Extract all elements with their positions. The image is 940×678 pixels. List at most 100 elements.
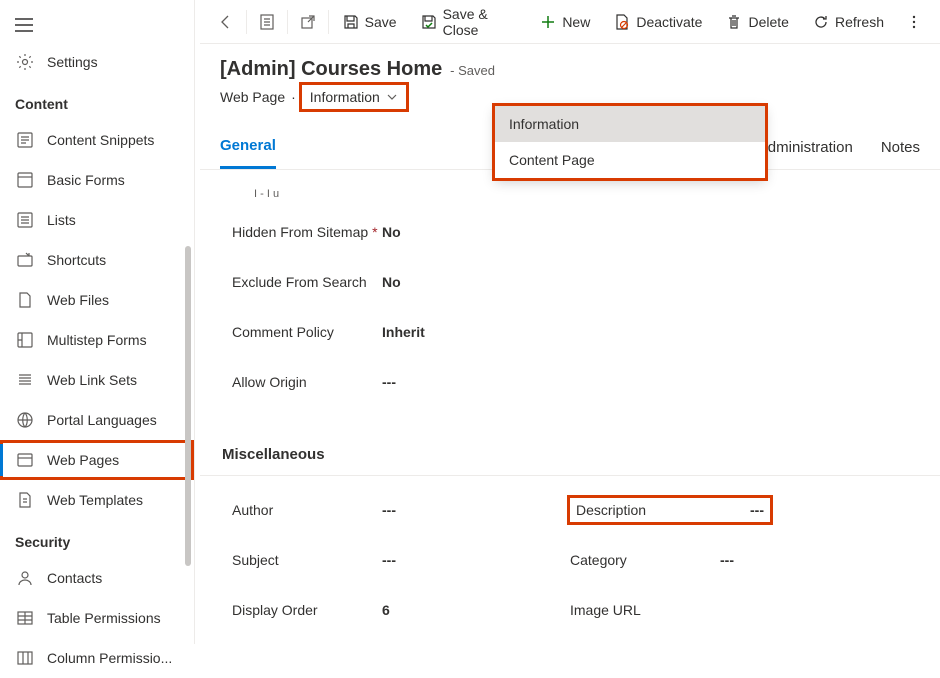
- field-value: No: [382, 224, 401, 240]
- column-perm-icon: [15, 648, 35, 668]
- toolbar: Save Save & Close New Deactivate Delete …: [200, 0, 940, 44]
- dropdown-item-information[interactable]: Information: [495, 106, 765, 142]
- plus-icon: [540, 14, 556, 30]
- save-icon: [343, 14, 359, 30]
- sidebar: Settings Content Content Snippets Basic …: [0, 0, 195, 644]
- popout-button[interactable]: [290, 0, 326, 44]
- field-value: Inherit: [382, 324, 425, 340]
- sidebar-item-web-pages[interactable]: Web Pages: [0, 440, 194, 480]
- sidebar-label: Content Snippets: [47, 132, 154, 148]
- table-perm-icon: [15, 608, 35, 628]
- field-image-url[interactable]: Image URL: [570, 590, 908, 630]
- delete-icon: [726, 14, 742, 30]
- sidebar-label: Lists: [47, 212, 76, 228]
- hamburger-icon: [15, 18, 33, 32]
- sidebar-item-multistep-forms[interactable]: Multistep Forms: [0, 320, 194, 360]
- field-label: Category: [570, 552, 720, 568]
- refresh-icon: [813, 14, 829, 30]
- new-button[interactable]: New: [528, 0, 602, 44]
- tab-administration[interactable]: Administration: [758, 131, 853, 168]
- field-author[interactable]: Author ---: [232, 490, 570, 530]
- sidebar-section-security: Security: [0, 520, 194, 558]
- tab-general[interactable]: General: [220, 129, 276, 169]
- sidebar-label: Contacts: [47, 570, 102, 586]
- file-icon: [15, 290, 35, 310]
- main-pane: Save Save & Close New Deactivate Delete …: [200, 0, 940, 644]
- popout-icon: [300, 14, 316, 30]
- field-exclude-search[interactable]: Exclude From Search No: [232, 262, 908, 302]
- hamburger-menu[interactable]: [0, 8, 194, 42]
- divider: [287, 10, 288, 34]
- sidebar-label: Settings: [47, 54, 98, 70]
- sidebar-label: Web Templates: [47, 492, 143, 508]
- sidebar-label: Multistep Forms: [47, 332, 147, 348]
- webpage-icon: [15, 450, 35, 470]
- sidebar-item-lists[interactable]: Lists: [0, 200, 194, 240]
- field-allow-origin[interactable]: Allow Origin ---: [232, 362, 908, 402]
- sidebar-scrollbar[interactable]: [185, 246, 191, 566]
- field-subject[interactable]: Subject ---: [232, 540, 570, 580]
- field-comment-policy[interactable]: Comment Policy Inherit: [232, 312, 908, 352]
- save-close-icon: [421, 14, 437, 30]
- sidebar-label: Table Permissions: [47, 610, 161, 626]
- sidebar-item-shortcuts[interactable]: Shortcuts: [0, 240, 194, 280]
- list-icon: [15, 210, 35, 230]
- sidebar-item-table-permissions[interactable]: Table Permissions: [0, 598, 194, 638]
- form-selector-label: Information: [310, 89, 380, 105]
- sidebar-item-column-permissions[interactable]: Column Permissio...: [0, 638, 194, 678]
- field-label: Subject: [232, 552, 382, 568]
- contact-icon: [15, 568, 35, 588]
- button-label: New: [562, 14, 590, 30]
- form-selector[interactable]: Information: [302, 85, 406, 109]
- sidebar-item-basic-forms[interactable]: Basic Forms: [0, 160, 194, 200]
- sidebar-label: Portal Languages: [47, 412, 157, 428]
- dropdown-item-content-page[interactable]: Content Page: [495, 142, 765, 178]
- form-selector-menu: Information Content Page: [495, 106, 765, 178]
- field-label: Description: [576, 502, 646, 518]
- deactivate-button[interactable]: Deactivate: [602, 0, 714, 44]
- separator: ·: [291, 89, 296, 105]
- button-label: Save: [365, 14, 397, 30]
- deactivate-icon: [614, 14, 630, 30]
- field-label: Comment Policy: [232, 324, 382, 340]
- form-body: I - I u Hidden From Sitemap* No Exclude …: [200, 170, 940, 430]
- button-label: Deactivate: [636, 14, 702, 30]
- sidebar-item-settings[interactable]: Settings: [0, 42, 194, 82]
- field-value: No: [382, 274, 401, 290]
- sidebar-section-content: Content: [0, 82, 194, 120]
- chevron-down-icon: [386, 91, 398, 103]
- field-label: Allow Origin: [232, 374, 382, 390]
- field-display-order[interactable]: Display Order 6: [232, 590, 570, 630]
- field-label: Author: [232, 502, 382, 518]
- overflow-button[interactable]: [896, 0, 932, 44]
- delete-button[interactable]: Delete: [714, 0, 800, 44]
- save-button[interactable]: Save: [331, 0, 409, 44]
- multistep-icon: [15, 330, 35, 350]
- field-description[interactable]: Description ---: [570, 490, 908, 530]
- linkset-icon: [15, 370, 35, 390]
- sidebar-label: Basic Forms: [47, 172, 125, 188]
- record-header: [Admin] Courses Home - Saved Web Page · …: [200, 44, 940, 113]
- save-close-button[interactable]: Save & Close: [409, 0, 529, 44]
- sidebar-item-web-templates[interactable]: Web Templates: [0, 480, 194, 520]
- refresh-button[interactable]: Refresh: [801, 0, 896, 44]
- section-miscellaneous: Miscellaneous: [200, 430, 940, 476]
- language-icon: [15, 410, 35, 430]
- field-value: ---: [382, 552, 396, 568]
- sidebar-item-contacts[interactable]: Contacts: [0, 558, 194, 598]
- entity-name: Web Page: [220, 89, 285, 105]
- sidebar-item-content-snippets[interactable]: Content Snippets: [0, 120, 194, 160]
- record-list-button[interactable]: [249, 0, 285, 44]
- sidebar-label: Shortcuts: [47, 252, 106, 268]
- sidebar-item-web-files[interactable]: Web Files: [0, 280, 194, 320]
- form-icon: [15, 170, 35, 190]
- divider: [328, 10, 329, 34]
- sidebar-item-portal-languages[interactable]: Portal Languages: [0, 400, 194, 440]
- field-hidden-sitemap[interactable]: Hidden From Sitemap* No: [232, 212, 908, 252]
- tab-notes[interactable]: Notes: [881, 131, 920, 168]
- field-category[interactable]: Category ---: [570, 540, 908, 580]
- back-button[interactable]: [208, 0, 244, 44]
- field-value: ---: [382, 502, 396, 518]
- field-label: Image URL: [570, 602, 720, 618]
- sidebar-item-web-link-sets[interactable]: Web Link Sets: [0, 360, 194, 400]
